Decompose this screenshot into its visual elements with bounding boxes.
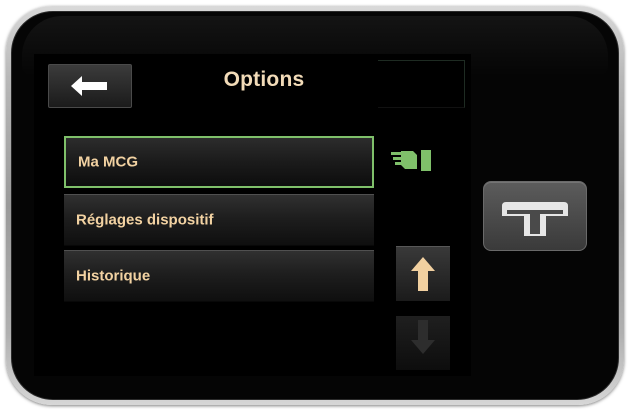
left-arrow-icon (71, 76, 107, 96)
device-body: Options Ma MCG Réglages dispositif Histo… (6, 6, 624, 405)
t-logo-icon (502, 202, 568, 236)
back-button[interactable] (48, 64, 132, 108)
cgm-transmitter-icon (391, 150, 431, 171)
touch-screen: Options Ma MCG Réglages dispositif Histo… (34, 54, 471, 376)
menu-item-label: Réglages dispositif (76, 211, 214, 229)
menu-item-reglages-dispositif[interactable]: Réglages dispositif (64, 194, 374, 246)
up-arrow-icon (411, 257, 435, 291)
header-bar: Options (34, 54, 471, 112)
menu-item-label: Historique (76, 267, 151, 285)
scroll-up-button[interactable] (396, 246, 450, 301)
down-arrow-icon (411, 320, 435, 354)
menu-item-historique[interactable]: Historique (64, 250, 374, 302)
page-title: Options (223, 68, 305, 91)
scroll-down-button[interactable] (396, 316, 450, 370)
header-decor (378, 60, 465, 108)
menu-item-label: Ma MCG (78, 153, 138, 171)
home-logo-button[interactable] (483, 181, 587, 251)
menu-item-ma-mcg[interactable]: Ma MCG (64, 136, 374, 188)
